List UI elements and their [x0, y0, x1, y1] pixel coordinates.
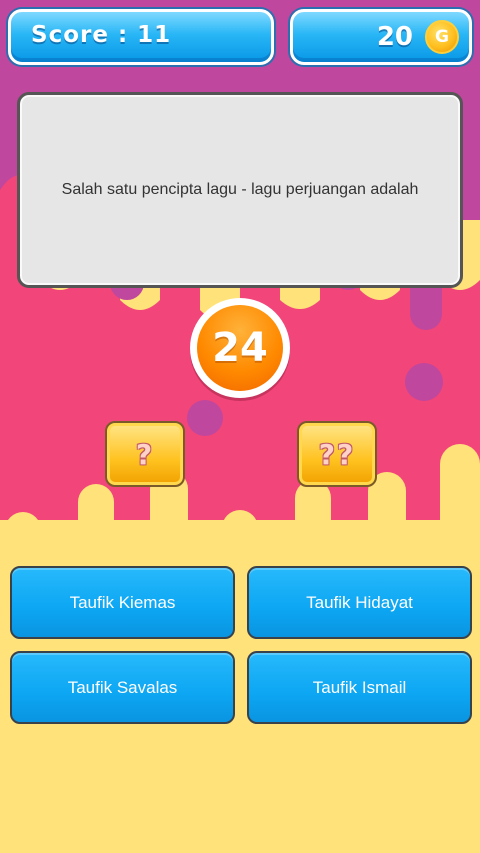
coin-count: 20	[376, 22, 413, 52]
question-card: Salah satu pencipta lagu - lagu perjuang…	[17, 92, 463, 288]
coin-icon: G	[425, 20, 459, 54]
answer-button-2[interactable]: Taufik Hidayat	[247, 566, 472, 639]
score-label: Score : 11	[31, 22, 172, 48]
answer-button-4[interactable]: Taufik Ismail	[247, 651, 472, 724]
hint-button-double[interactable]: ??	[297, 421, 377, 487]
hint-button-single[interactable]: ?	[105, 421, 185, 487]
coin-panel: 20 G	[290, 9, 472, 65]
score-panel: Score : 11	[8, 9, 274, 65]
timer-value: 24	[197, 305, 283, 391]
countdown-timer: 24	[190, 298, 290, 398]
answer-button-1[interactable]: Taufik Kiemas	[10, 566, 235, 639]
question-text: Salah satu pencipta lagu - lagu perjuang…	[61, 181, 419, 198]
answer-button-3[interactable]: Taufik Savalas	[10, 651, 235, 724]
